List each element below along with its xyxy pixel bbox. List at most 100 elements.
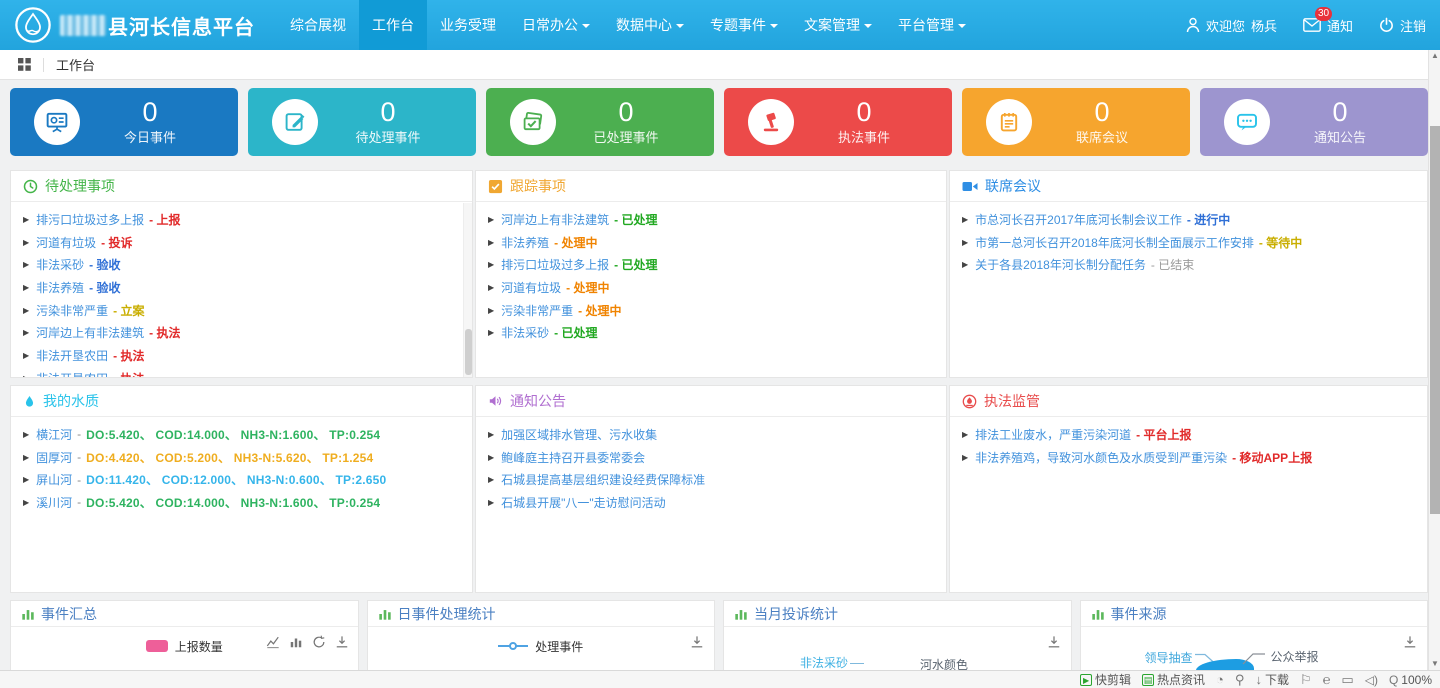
bar-chart-icon	[378, 607, 392, 621]
grid-icon[interactable]	[18, 58, 31, 71]
list-item[interactable]: ▶河道有垃圾处理中	[488, 276, 934, 299]
list-item[interactable]: ▶排污口垃圾过多上报上报	[23, 208, 460, 231]
scrollbar-thumb[interactable]	[1430, 126, 1440, 514]
nav-item-daily-office[interactable]: 日常办公	[509, 0, 603, 50]
download-button[interactable]: ↓下载	[1255, 671, 1289, 688]
item-text: 排法工业废水，严重污染河道	[975, 426, 1131, 443]
stat-card-joint-meetings[interactable]: 0 联席会议	[962, 88, 1190, 156]
chart-legend[interactable]: 处理事件	[368, 633, 715, 659]
stat-card-enforcement-events[interactable]: 0 执法事件	[724, 88, 952, 156]
nav-item-workbench[interactable]: 工作台	[359, 0, 427, 50]
download-icon[interactable]	[335, 635, 349, 649]
page-scrollbar[interactable]: ▲ ▼	[1428, 50, 1440, 670]
river-name: 溪川河	[36, 494, 72, 511]
list-item[interactable]: ▶非法养殖处理中	[488, 231, 934, 254]
list-item[interactable]: ▶排法工业废水，严重污染河道平台上报	[962, 423, 1415, 446]
user-welcome[interactable]: 欢迎您 杨兵	[1186, 16, 1277, 35]
nav-item-document-mgmt[interactable]: 文案管理	[791, 0, 885, 50]
stat-card-pending-events[interactable]: 0 待处理事件	[248, 88, 476, 156]
stat-label: 联席会议	[1032, 127, 1172, 146]
panel-scrollbar[interactable]	[463, 203, 472, 377]
list-item[interactable]: ▶污染非常严重立案	[23, 299, 460, 322]
status-badge: 平台上报	[1136, 426, 1191, 443]
notification-button[interactable]: 30 通知	[1303, 16, 1353, 35]
list-item[interactable]: ▶溪川河-DO:5.420、 COD:14.000、 NH3-N:1.600、 …	[23, 491, 460, 514]
item-arrow-icon: ▶	[23, 328, 29, 337]
panel-title: 跟踪事项	[510, 176, 566, 196]
status-badge: 上报	[149, 211, 180, 228]
list-item[interactable]: ▶河道有垃圾投诉	[23, 231, 460, 254]
nav-item-data-center[interactable]: 数据中心	[603, 0, 697, 50]
list-item[interactable]: ▶非法开垦农田执法	[23, 344, 460, 367]
list-item[interactable]: ▶非法养殖验收	[23, 276, 460, 299]
page-zoom-control[interactable]: Q100%	[1389, 673, 1432, 687]
item-arrow-icon: ▶	[488, 475, 494, 484]
list-item[interactable]: ▶固厚河-DO:4.420、 COD:5.200、 NH3-N:5.620、 T…	[23, 446, 460, 469]
list-item[interactable]: ▶屏山河-DO:11.420、 COD:12.000、 NH3-N:0.600、…	[23, 468, 460, 491]
list-item[interactable]: ▶石城县开展"八一"走访慰问活动	[488, 491, 934, 514]
nav-item-platform-mgmt[interactable]: 平台管理	[885, 0, 979, 50]
list-item[interactable]: ▶非法开垦农田执法	[23, 367, 460, 378]
chevron-down-icon	[676, 24, 684, 32]
stat-label: 通知公告	[1270, 127, 1410, 146]
item-dash: -	[77, 495, 81, 509]
item-arrow-icon: ▶	[23, 475, 29, 484]
download-icon[interactable]	[1047, 635, 1061, 649]
speed-icon: ◔	[1216, 672, 1224, 687]
river-name: 屏山河	[36, 471, 72, 488]
scrollbar-up-arrow[interactable]: ▲	[1429, 50, 1440, 62]
ie-mode-button[interactable]: ℮	[1323, 672, 1331, 687]
list-item[interactable]: ▶非法采砂验收	[23, 253, 460, 276]
item-text: 非法采砂	[36, 256, 84, 273]
item-text: 非法养殖	[36, 279, 84, 296]
stat-card-today-events[interactable]: 0 今日事件	[10, 88, 238, 156]
pin-sidebar-button[interactable]: ⚲	[1235, 672, 1245, 688]
mute-button[interactable]: ◁)	[1365, 673, 1378, 687]
item-arrow-icon: ▶	[23, 351, 29, 360]
list-item[interactable]: ▶加强区域排水管理、污水收集	[488, 423, 934, 446]
list-item[interactable]: ▶市第一总河长召开2018年底河长制全面展示工作安排等待中	[962, 231, 1415, 254]
list-item[interactable]: ▶石城县提高基层组织建设经费保障标准	[488, 468, 934, 491]
panel-meeting-header: 联席会议	[950, 171, 1427, 202]
list-item[interactable]: ▶污染非常严重处理中	[488, 299, 934, 322]
bar-chart-icon	[734, 607, 748, 621]
stat-value: 0	[556, 98, 696, 126]
speed-mode-button[interactable]: ◔	[1216, 672, 1224, 687]
panel-law-list: ▶排法工业废水，严重污染河道平台上报 ▶非法养殖鸡，导致河水颜色及水质受到严重污…	[950, 417, 1427, 468]
list-item[interactable]: ▶非法采砂已处理	[488, 321, 934, 344]
scrollbar-down-arrow[interactable]: ▼	[1429, 658, 1440, 670]
stat-card-processed-events[interactable]: 0 已处理事件	[486, 88, 714, 156]
chevron-down-icon	[582, 24, 590, 32]
list-item[interactable]: ▶关于各县2018年河长制分配任务已结束	[962, 253, 1415, 276]
bar-chart-toggle-icon[interactable]	[289, 635, 303, 649]
list-item[interactable]: ▶非法养殖鸡，导致河水颜色及水质受到严重污染移动APP上报	[962, 446, 1415, 469]
nav-item-business-accept[interactable]: 业务受理	[427, 0, 509, 50]
item-text: 市第一总河长召开2018年底河长制全面展示工作安排	[975, 234, 1254, 251]
list-item[interactable]: ▶市总河长召开2017年底河长制会议工作进行中	[962, 208, 1415, 231]
download-icon[interactable]	[1403, 635, 1417, 649]
speaker-icon	[488, 394, 503, 408]
pie-label: 公众举报	[1271, 648, 1319, 665]
stat-value: 0	[80, 98, 220, 126]
panel-meeting-list: ▶市总河长召开2017年底河长制会议工作进行中 ▶市第一总河长召开2018年底河…	[950, 202, 1427, 276]
scrollbar-thumb[interactable]	[465, 329, 472, 375]
quick-clip-button[interactable]: ▶快剪辑	[1080, 671, 1131, 688]
chart-header: 日事件处理统计	[368, 601, 715, 627]
nav-item-topic-events[interactable]: 专题事件	[697, 0, 791, 50]
hot-news-button[interactable]: ▤热点资讯	[1142, 671, 1205, 688]
refresh-icon[interactable]	[312, 635, 326, 649]
item-text: 非法开垦农田	[36, 370, 108, 378]
panel-track: 跟踪事项 ▶河岸边上有非法建筑已处理 ▶非法养殖处理中 ▶排污口垃圾过多上报已处…	[475, 170, 947, 378]
nav-item-overview[interactable]: 综合展视	[277, 0, 359, 50]
flag-button[interactable]: ⚐	[1300, 672, 1312, 688]
list-item[interactable]: ▶排污口垃圾过多上报已处理	[488, 253, 934, 276]
list-item[interactable]: ▶鲍峰庭主持召开县委常委会	[488, 446, 934, 469]
list-item[interactable]: ▶河岸边上有非法建筑已处理	[488, 208, 934, 231]
line-chart-toggle-icon[interactable]	[266, 635, 280, 649]
download-icon[interactable]	[690, 635, 704, 649]
logout-button[interactable]: 注销	[1379, 16, 1426, 35]
list-item[interactable]: ▶横江河-DO:5.420、 COD:14.000、 NH3-N:1.600、 …	[23, 423, 460, 446]
list-item[interactable]: ▶河岸边上有非法建筑执法	[23, 321, 460, 344]
stat-card-notices[interactable]: 0 通知公告	[1200, 88, 1428, 156]
window-mode-button[interactable]: ▭	[1341, 672, 1353, 688]
